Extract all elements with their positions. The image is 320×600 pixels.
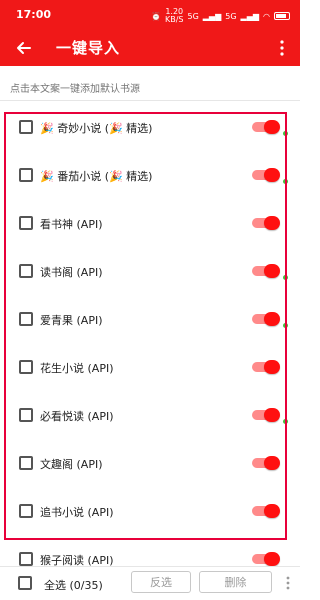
item-toggle[interactable]: [252, 216, 280, 230]
add-default-sources-hint[interactable]: 点击本文案一键添加默认书源: [10, 80, 140, 95]
bottom-action-bar: 全选 (0/35) 反选 删除: [0, 566, 300, 600]
toggle-thumb: [264, 504, 280, 518]
list-item[interactable]: 花生小说 (API): [0, 344, 300, 392]
item-toggle[interactable]: [252, 312, 280, 326]
more-vert-icon: [280, 40, 284, 56]
item-checkbox[interactable]: [19, 312, 33, 326]
toggle-thumb: [264, 264, 280, 278]
status-dot-icon: [283, 419, 288, 424]
item-toggle[interactable]: [252, 504, 280, 518]
network-speed: 1.20 KB/S: [165, 8, 184, 24]
invert-selection-button[interactable]: 反选: [131, 571, 191, 593]
divider: [0, 100, 300, 101]
item-checkbox[interactable]: [19, 120, 33, 134]
item-checkbox[interactable]: [19, 360, 33, 374]
toggle-thumb: [264, 312, 280, 326]
status-dot-icon: [283, 323, 288, 328]
item-label: 🎉 番茄小说 (🎉 精选): [40, 170, 153, 183]
item-checkbox[interactable]: [19, 552, 33, 566]
wifi-icon: ◠: [263, 11, 270, 21]
status-time: 17:00: [16, 8, 52, 21]
toggle-thumb: [264, 168, 280, 182]
item-label: 追书小说 (API): [40, 506, 114, 519]
item-label: 🎉 奇妙小说 (🎉 精选): [40, 122, 153, 135]
item-checkbox[interactable]: [19, 504, 33, 518]
select-all-checkbox[interactable]: [18, 576, 32, 590]
status-dot-icon: [283, 179, 288, 184]
toggle-thumb: [264, 360, 280, 374]
more-vert-icon: [286, 576, 290, 590]
network-5g-1: 5G: [187, 11, 199, 21]
item-toggle[interactable]: [252, 168, 280, 182]
select-all-label[interactable]: 全选 (0/35): [44, 577, 103, 593]
bottom-more-button[interactable]: [282, 572, 294, 594]
status-bar: 17:00 ⏰ 1.20 KB/S 5G ▂▄▆ 5G ▂▄▆ ◠: [0, 0, 300, 30]
more-options-button[interactable]: [274, 36, 290, 60]
network-5g-2: 5G: [225, 11, 237, 21]
source-list[interactable]: 🎉 奇妙小说 (🎉 精选) 🎉 番茄小说 (🎉 精选) 看书神 (API) 读书…: [0, 104, 300, 570]
list-item[interactable]: 爱青果 (API): [0, 296, 300, 344]
item-label: 爱青果 (API): [40, 314, 103, 327]
item-label: 看书神 (API): [40, 218, 103, 231]
back-button[interactable]: [12, 36, 36, 60]
toggle-thumb: [264, 216, 280, 230]
list-item[interactable]: 猴子阅读 (API): [0, 536, 300, 570]
item-label: 必看悦读 (API): [40, 410, 114, 423]
app-toolbar: 一键导入: [0, 30, 300, 66]
item-checkbox[interactable]: [19, 408, 33, 422]
item-label: 文趣阁 (API): [40, 458, 103, 471]
toggle-thumb: [264, 552, 280, 566]
list-item[interactable]: 读书阁 (API): [0, 248, 300, 296]
status-dot-icon: [283, 131, 288, 136]
item-toggle[interactable]: [252, 552, 280, 566]
battery-icon: [274, 12, 290, 20]
toggle-thumb: [264, 120, 280, 134]
toggle-thumb: [264, 408, 280, 422]
item-toggle[interactable]: [252, 456, 280, 470]
item-toggle[interactable]: [252, 360, 280, 374]
item-toggle[interactable]: [252, 120, 280, 134]
delete-button[interactable]: 删除: [199, 571, 272, 593]
item-label: 花生小说 (API): [40, 362, 114, 375]
status-icons: ⏰ 1.20 KB/S 5G ▂▄▆ 5G ▂▄▆ ◠: [151, 8, 290, 24]
page-title: 一键导入: [56, 39, 121, 57]
list-item[interactable]: 追书小说 (API): [0, 488, 300, 536]
alarm-icon: ⏰: [151, 11, 161, 21]
signal-icon: ▂▄▆: [202, 11, 222, 21]
list-item[interactable]: 文趣阁 (API): [0, 440, 300, 488]
toggle-thumb: [264, 456, 280, 470]
list-item[interactable]: 必看悦读 (API): [0, 392, 300, 440]
signal-icon-2: ▂▄▆: [240, 11, 260, 21]
list-item[interactable]: 🎉 奇妙小说 (🎉 精选): [0, 104, 300, 152]
arrow-left-icon: [17, 42, 31, 54]
item-checkbox[interactable]: [19, 456, 33, 470]
item-toggle[interactable]: [252, 408, 280, 422]
item-label: 读书阁 (API): [40, 266, 103, 279]
item-toggle[interactable]: [252, 264, 280, 278]
status-dot-icon: [283, 275, 288, 280]
list-item[interactable]: 🎉 番茄小说 (🎉 精选): [0, 152, 300, 200]
item-checkbox[interactable]: [19, 264, 33, 278]
item-checkbox[interactable]: [19, 216, 33, 230]
item-checkbox[interactable]: [19, 168, 33, 182]
speed-unit: KB/S: [164, 15, 184, 24]
list-item[interactable]: 看书神 (API): [0, 200, 300, 248]
